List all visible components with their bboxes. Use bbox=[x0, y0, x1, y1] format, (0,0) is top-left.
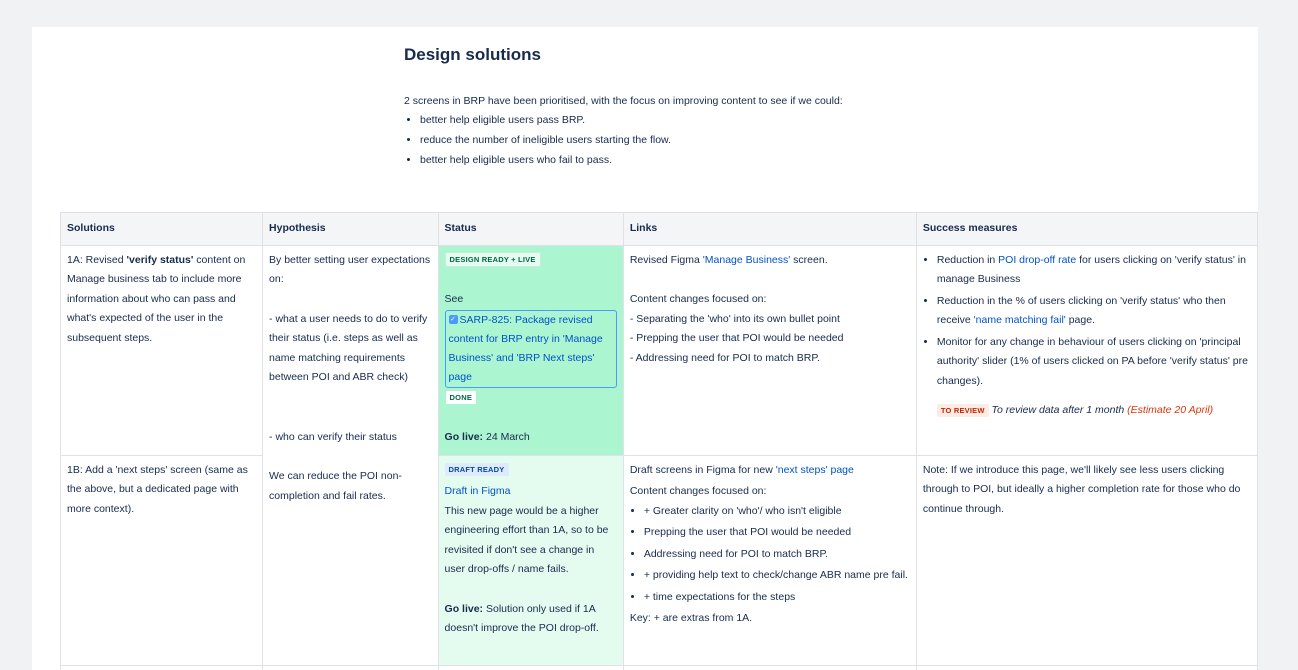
next-steps-page-link[interactable]: 'next steps' page bbox=[776, 464, 854, 476]
success-list: Reduction in POI drop-off rate for users… bbox=[923, 251, 1251, 392]
hypothesis-text: By better setting user expectations on: bbox=[269, 253, 431, 286]
see-label: See bbox=[444, 293, 464, 305]
header-links: Links bbox=[622, 212, 917, 246]
status-lozenge: DESIGN READY + LIVE bbox=[444, 252, 541, 268]
empty-cell bbox=[915, 664, 1258, 670]
solutions-table: Solutions Hypothesis Status Links Succes… bbox=[59, 212, 1258, 670]
hypothesis-cell: By better setting user expectations on: … bbox=[262, 244, 439, 666]
status-description: This new page would be a higher engineer… bbox=[444, 504, 609, 576]
intro-bullet: better help eligible users who fail to p… bbox=[420, 154, 1204, 166]
jira-issue-link[interactable]: ✓ SARP-825: Package revised content for B… bbox=[444, 309, 617, 388]
solution-text: 1A: Revised bbox=[67, 253, 127, 266]
list-item: - Separating the 'who' into its own bull… bbox=[629, 312, 840, 325]
links-text: Revised Figma bbox=[629, 253, 703, 266]
hypothesis-text: - who can verify their status bbox=[269, 430, 397, 443]
status-cell: DESIGN READY + LIVE See ✓ SARP-825: Packa… bbox=[437, 244, 624, 456]
links-text: Content changes focused on: bbox=[629, 293, 767, 305]
header-hypothesis: Hypothesis bbox=[262, 212, 439, 246]
hypothesis-text: We can reduce the POI non-completion and… bbox=[269, 470, 402, 502]
intro-section: 2 screens in BRP have been prioritised, … bbox=[404, 95, 1204, 174]
hypothesis-text: - what a user needs to do to verify thei… bbox=[269, 312, 428, 384]
list-item: Reduction in the % of users clicking on … bbox=[937, 292, 1251, 331]
header-solutions: Solutions bbox=[59, 212, 264, 246]
links-list: + Greater clarity on 'who'/ who isn't el… bbox=[630, 502, 910, 608]
links-text: screen. bbox=[790, 253, 828, 266]
list-item: Prepping the user that POI would be need… bbox=[644, 523, 910, 543]
golive-value: 24 March bbox=[483, 431, 530, 443]
golive-label: Go live: bbox=[444, 431, 484, 443]
success-text: page. bbox=[1065, 314, 1095, 326]
solution-cell: 1A: Revised 'verify status' content on M… bbox=[59, 244, 264, 455]
confluence-page: Design solutions 2 screens in BRP have b… bbox=[32, 27, 1258, 670]
list-item: + time expectations for the steps bbox=[644, 588, 910, 608]
list-item: + Greater clarity on 'who'/ who isn't el… bbox=[644, 502, 910, 522]
links-text: Content changes focused on: bbox=[629, 485, 767, 497]
solution-text: content on Manage business tab to includ… bbox=[67, 253, 246, 344]
review-estimate: (Estimate 20 April) bbox=[1127, 404, 1214, 416]
figma-manage-business-link[interactable]: 'Manage Business' bbox=[703, 254, 790, 266]
poi-drop-off-link[interactable]: POI drop-off rate bbox=[998, 254, 1076, 266]
review-text: To review data after 1 month bbox=[988, 404, 1128, 416]
empty-cell bbox=[59, 664, 264, 670]
intro-bullet: better help eligible users pass BRP. bbox=[420, 114, 1204, 126]
empty-cell bbox=[437, 664, 624, 670]
name-matching-fail-link[interactable]: 'name matching fail' bbox=[974, 314, 1066, 326]
status-cell: DRAFT READY Draft in Figma This new page… bbox=[437, 454, 624, 666]
jira-issue-title: SARP-825: Package revised content for BR… bbox=[448, 313, 603, 383]
page-heading: Design solutions bbox=[404, 45, 541, 64]
empty-cell bbox=[622, 664, 917, 670]
success-text: Reduction in bbox=[936, 253, 999, 266]
success-cell: Reduction in POI drop-off rate for users… bbox=[915, 244, 1258, 456]
list-item: Monitor for any change in behaviour of u… bbox=[937, 333, 1251, 392]
links-text: Draft screens in Figma for new bbox=[629, 463, 776, 476]
solution-bold-text: 'verify status' bbox=[126, 253, 194, 266]
table-header-row: Solutions Hypothesis Status Links Succes… bbox=[59, 212, 1258, 246]
intro-text: 2 screens in BRP have been prioritised, … bbox=[404, 95, 843, 107]
intro-bullets: better help eligible users pass BRP. red… bbox=[404, 114, 1204, 166]
table-row bbox=[59, 664, 1258, 670]
list-item: - Addressing need for POI to match BRP. bbox=[629, 351, 820, 364]
list-item: - Prepping the user that POI would be ne… bbox=[629, 332, 844, 344]
list-item: Addressing need for POI to match BRP. bbox=[644, 545, 910, 565]
intro-bullet: reduce the number of ineligible users st… bbox=[420, 134, 1204, 146]
empty-cell bbox=[262, 664, 439, 670]
jira-task-icon: ✓ bbox=[448, 315, 458, 325]
table-row: 1B: Add a 'next steps' screen (same as t… bbox=[59, 454, 1258, 666]
list-item: + providing help text to check/change AB… bbox=[644, 566, 910, 586]
list-item: Reduction in POI drop-off rate for users… bbox=[937, 251, 1251, 290]
success-cell: Note: If we introduce this page, we'll l… bbox=[915, 454, 1258, 666]
golive-label: Go live: bbox=[444, 602, 484, 615]
links-cell: Revised Figma 'Manage Business' screen. … bbox=[622, 244, 917, 456]
draft-figma-link[interactable]: Draft in Figma bbox=[445, 485, 511, 497]
header-status: Status bbox=[437, 212, 624, 246]
header-success-measures: Success measures bbox=[915, 212, 1258, 246]
status-lozenge: DRAFT READY bbox=[444, 463, 509, 477]
links-cell: Draft screens in Figma for new 'next ste… bbox=[622, 454, 917, 666]
links-key: Key: + are extras from 1A. bbox=[629, 612, 753, 624]
done-lozenge: DONE bbox=[444, 390, 478, 406]
review-lozenge: TO REVIEW bbox=[936, 403, 989, 417]
solution-cell: 1B: Add a 'next steps' screen (same as t… bbox=[59, 454, 264, 666]
table-row: 1A: Revised 'verify status' content on M… bbox=[59, 244, 1258, 666]
